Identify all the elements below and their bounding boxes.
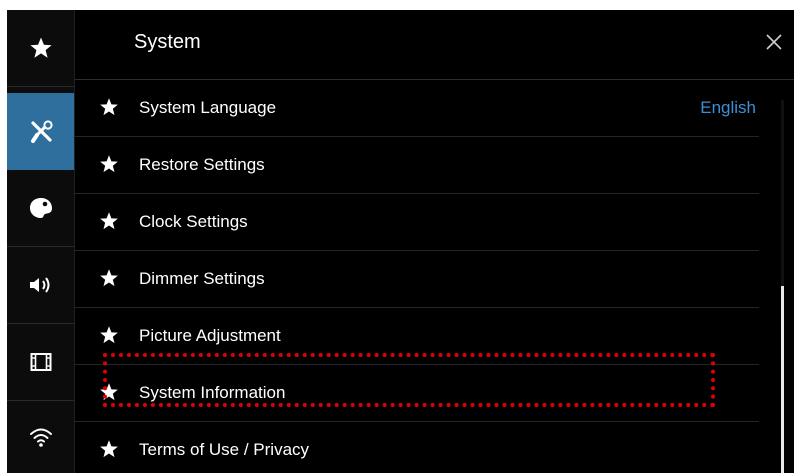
list-item-clock-settings[interactable]: Clock Settings	[75, 194, 759, 251]
film-icon	[30, 353, 51, 371]
list-item-label: Clock Settings	[139, 212, 248, 231]
list-item-value: English	[700, 98, 756, 117]
list-item-dimmer-settings[interactable]: Dimmer Settings	[75, 251, 759, 308]
star-icon[interactable]	[99, 268, 119, 288]
list-item-label: System Language	[139, 98, 277, 117]
list-item-terms-of-use[interactable]: Terms of Use / Privacy	[75, 422, 759, 473]
header: System	[75, 10, 794, 80]
list-item-picture-adjustment[interactable]: Picture Adjustment	[75, 308, 759, 365]
list-item-label: Dimmer Settings	[139, 269, 265, 288]
star-icon[interactable]	[99, 382, 119, 402]
list-item-label: Terms of Use / Privacy	[139, 440, 310, 459]
sidebar-item-wireless[interactable]	[7, 401, 74, 473]
list-item-restore-settings[interactable]: Restore Settings	[75, 137, 759, 194]
app-frame: System System Language English Restore S…	[0, 0, 800, 473]
scrollbar[interactable]	[781, 100, 784, 473]
star-icon[interactable]	[99, 325, 119, 345]
settings-list: System Language English Restore Settings…	[75, 80, 759, 473]
close-button[interactable]	[754, 22, 794, 62]
scrollbar-thumb[interactable]	[781, 286, 784, 473]
list-item-label: Restore Settings	[139, 155, 265, 174]
star-icon	[29, 37, 52, 58]
sidebar	[7, 10, 74, 473]
sidebar-item-video[interactable]	[7, 324, 74, 401]
sidebar-item-theme[interactable]	[7, 170, 74, 247]
star-icon[interactable]	[99, 154, 119, 174]
star-icon[interactable]	[99, 439, 119, 459]
star-icon[interactable]	[99, 211, 119, 231]
list-item-label: System Information	[139, 383, 286, 402]
list-item-system-information[interactable]: System Information	[75, 365, 759, 422]
list-item-label: Picture Adjustment	[139, 326, 281, 345]
wifi-icon	[29, 428, 52, 447]
head-unit-screen: System System Language English Restore S…	[7, 10, 794, 473]
speaker-icon	[29, 277, 49, 293]
tools-icon	[30, 119, 53, 143]
palette-icon	[29, 198, 52, 218]
star-icon[interactable]	[99, 97, 119, 117]
list-item-system-language[interactable]: System Language English	[75, 80, 759, 137]
close-icon	[766, 34, 782, 50]
sidebar-item-favorites[interactable]	[7, 10, 74, 87]
sidebar-item-audio[interactable]	[7, 247, 74, 324]
sidebar-item-system[interactable]	[7, 93, 74, 170]
page-title: System	[134, 31, 201, 53]
